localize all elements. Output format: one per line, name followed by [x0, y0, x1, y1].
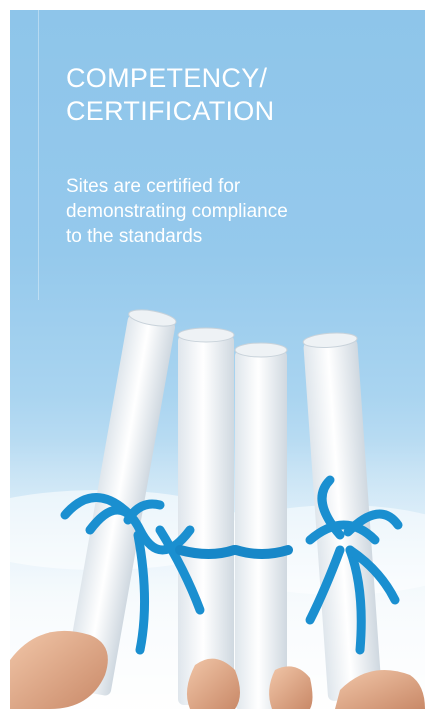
- title-line-1: COMPETENCY/: [66, 63, 268, 93]
- page-title: COMPETENCY/ CERTIFICATION: [66, 62, 396, 128]
- description-line-1: Sites are certified for: [66, 176, 241, 197]
- description: Sites are certified for demonstrating co…: [66, 174, 396, 249]
- certification-card: COMPETENCY/ CERTIFICATION Sites are cert…: [10, 10, 425, 709]
- title-line-2: CERTIFICATION: [66, 96, 275, 126]
- diploma-scroll-3: [234, 342, 288, 709]
- ribbon-middle: [175, 545, 293, 559]
- description-line-3: to the standards: [66, 226, 203, 247]
- diploma-scroll-2: [177, 327, 235, 705]
- description-line-2: demonstrating compliance: [66, 201, 288, 222]
